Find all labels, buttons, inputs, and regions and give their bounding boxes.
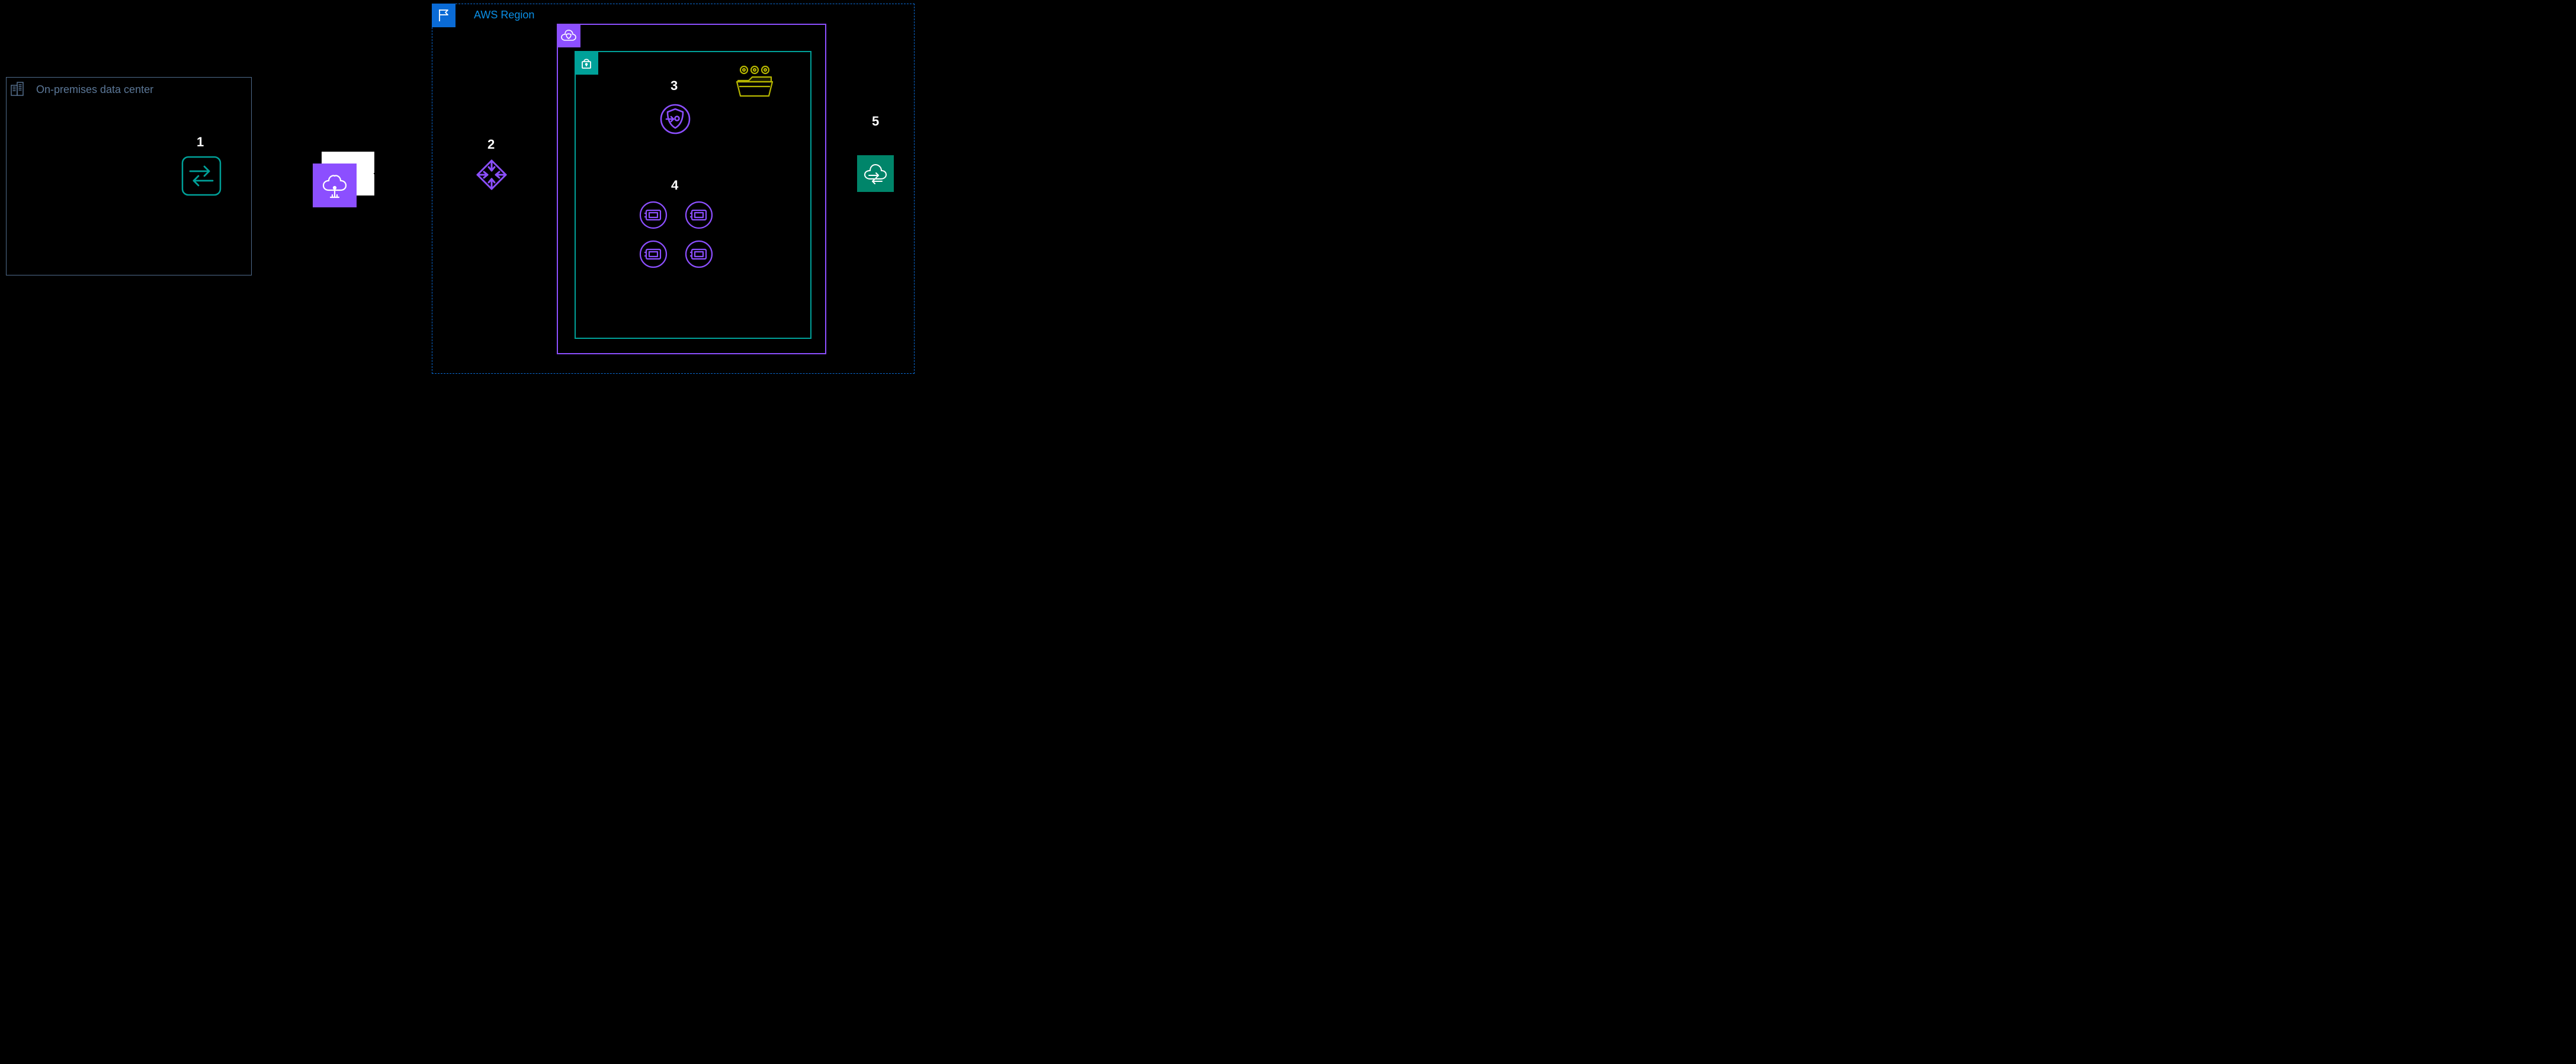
vpc-endpoint-icon: [857, 155, 894, 192]
lock-icon: [575, 51, 598, 75]
eni-icon-1: [639, 200, 668, 230]
private-subnet-container: [575, 51, 811, 339]
direct-connect-icon: [313, 152, 375, 208]
aws-region-title: AWS Region: [474, 9, 534, 21]
callout-3: 3: [671, 78, 678, 94]
customer-gateway-icon: [181, 155, 222, 197]
systems-manager-icon: [733, 64, 776, 100]
building-icon: [6, 77, 30, 101]
identity-center-icon: [659, 103, 691, 135]
cloud-shield-icon: [557, 24, 580, 47]
callout-4: 4: [671, 178, 678, 193]
architecture-canvas: On-premises data center 1: [0, 0, 918, 379]
eni-icon-3: [639, 239, 668, 269]
callout-5: 5: [872, 114, 879, 129]
eni-icon-2: [684, 200, 714, 230]
eni-icon-4: [684, 239, 714, 269]
callout-2: 2: [487, 137, 495, 152]
flag-icon: [432, 4, 455, 27]
transit-gateway-icon: [474, 157, 509, 193]
on-premises-title: On-premises data center: [36, 84, 153, 96]
callout-1: 1: [197, 134, 204, 150]
